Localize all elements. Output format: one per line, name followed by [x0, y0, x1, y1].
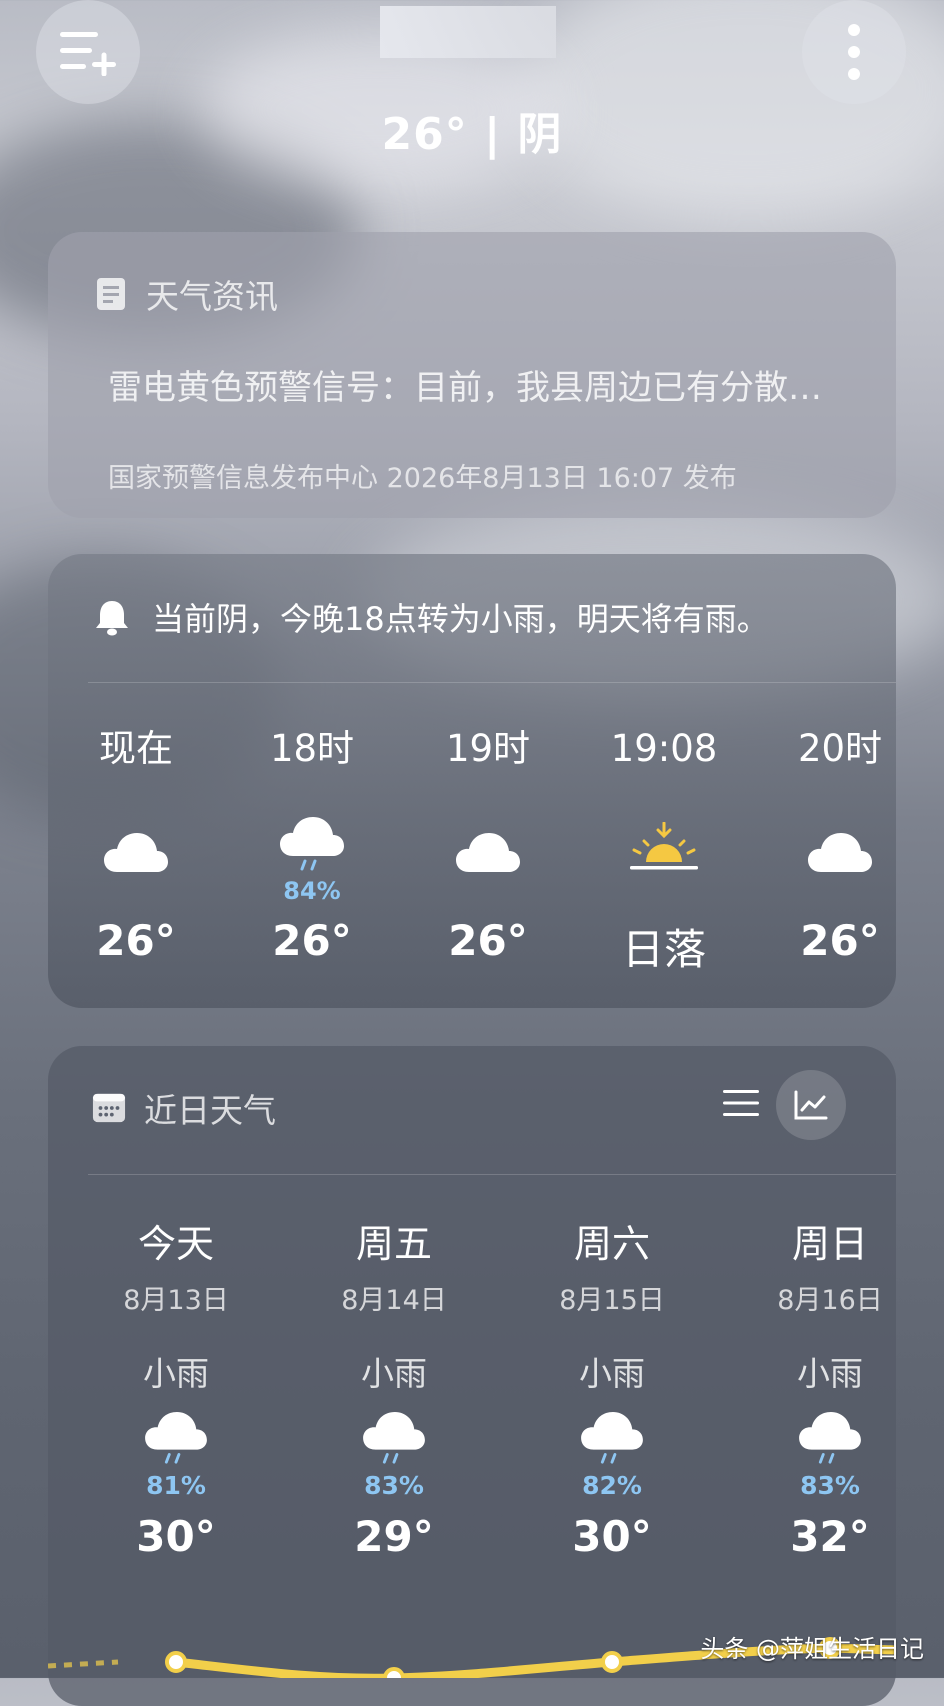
redacted-city-name: [380, 6, 556, 58]
hour-temperature: 26°: [272, 916, 352, 965]
rain-probability: 82%: [582, 1471, 642, 1500]
rain-cloud-icon: [522, 1405, 702, 1467]
weather-news-card[interactable]: 天气资讯 雷电黄色预警信号：目前，我县周边已有分散… 国家预警信息发布中心 20…: [48, 232, 896, 518]
chart-view-button[interactable]: [776, 1070, 846, 1140]
high-temperature: 32°: [790, 1512, 870, 1561]
high-temperature: 29°: [354, 1512, 434, 1561]
daily-card-header: 近日天气: [92, 1084, 276, 1132]
hour-item[interactable]: 19:08 日落: [584, 724, 744, 977]
line-chart-icon: [794, 1090, 828, 1120]
rain-probability: 83%: [800, 1471, 860, 1500]
hour-temperature: 26°: [448, 916, 528, 965]
day-item[interactable]: 周六 8月15日 小雨 82% 30°: [522, 1216, 702, 1561]
rain-cloud-icon: [232, 784, 392, 874]
rain-cloud-icon: [304, 1405, 484, 1467]
forecast-alert: 当前阴，今晚18点转为小雨，明天将有雨。: [92, 594, 769, 640]
current-temp-condition: 26° | 阴: [381, 109, 563, 160]
day-name: 周日: [791, 1222, 868, 1266]
news-headline[interactable]: 雷电黄色预警信号：目前，我县周边已有分散…: [108, 360, 868, 409]
daily-card-title: 近日天气: [144, 1091, 276, 1130]
day-item[interactable]: 今天 8月13日 小雨 81% 30°: [86, 1216, 266, 1561]
daily-forecast-card[interactable]: 近日天气 今天 8月13日 小雨 81% 30° 周五 8月14日 小雨 83%…: [48, 1046, 896, 1706]
day-date: 8月16日: [777, 1285, 883, 1316]
day-condition: 小雨: [579, 1354, 645, 1393]
day-item[interactable]: 周五 8月14日 小雨 83% 29°: [304, 1216, 484, 1561]
hour-item[interactable]: 20时 26°: [760, 724, 920, 965]
rain-probability: 84%: [283, 877, 341, 905]
rain-probability: 81%: [146, 1471, 206, 1500]
day-date: 8月13日: [123, 1285, 229, 1316]
high-temperature: 30°: [572, 1512, 652, 1561]
day-date: 8月14日: [341, 1285, 447, 1316]
cloud-icon: [56, 784, 216, 874]
hour-item[interactable]: 18时 84% 26°: [232, 724, 392, 965]
day-item[interactable]: 周日 8月16日 小雨 83% 32°: [740, 1216, 920, 1561]
cloud-icon: [760, 784, 920, 874]
day-condition: 小雨: [797, 1354, 863, 1393]
rain-probability: [56, 874, 216, 908]
hour-temperature: 26°: [96, 916, 176, 965]
rain-probability: [760, 874, 920, 908]
calendar-icon: [92, 1091, 126, 1125]
hour-item[interactable]: 现在 26°: [56, 724, 216, 965]
day-name: 周六: [573, 1222, 650, 1266]
forecast-alert-text: 当前阴，今晚18点转为小雨，明天将有雨。: [152, 600, 769, 638]
rain-probability: [584, 874, 744, 908]
hour-temperature: 26°: [800, 916, 880, 965]
more-options-button[interactable]: [802, 0, 906, 104]
divider: [88, 682, 896, 683]
news-source: 国家预警信息发布中心 2026年8月13日 16:07 发布: [108, 463, 737, 494]
cloud-icon: [408, 784, 568, 874]
day-name: 周五: [355, 1222, 432, 1266]
divider: [88, 1174, 896, 1175]
document-icon: [94, 277, 128, 311]
day-condition: 小雨: [143, 1354, 209, 1393]
list-icon: [723, 1090, 759, 1116]
sunset-icon: [584, 784, 744, 874]
hourly-forecast-card[interactable]: 当前阴，今晚18点转为小雨，明天将有雨。 现在 26° 18时 84% 26° …: [48, 554, 896, 1008]
high-temperature: 30°: [136, 1512, 216, 1561]
trend-point: [165, 1651, 187, 1673]
sunset-label: 日落: [621, 925, 706, 974]
list-view-button[interactable]: [708, 1070, 774, 1136]
hour-label: 现在: [99, 727, 173, 770]
rain-cloud-icon: [86, 1405, 266, 1467]
day-condition: 小雨: [361, 1354, 427, 1393]
hour-label: 19时: [445, 727, 531, 770]
more-vertical-icon: [848, 24, 860, 80]
watermark: 头条 @萍姐生活日记: [700, 1635, 924, 1663]
hour-label: 19:08: [610, 727, 718, 770]
rain-cloud-icon: [740, 1405, 920, 1467]
day-name: 今天: [137, 1222, 214, 1266]
rain-probability: [408, 874, 568, 908]
trend-point: [383, 1667, 405, 1678]
hour-label: 18时: [269, 727, 355, 770]
news-card-title: 天气资讯: [146, 277, 278, 316]
day-date: 8月15日: [559, 1285, 665, 1316]
news-card-header: 天气资讯: [94, 270, 278, 318]
bell-icon: [96, 601, 128, 636]
trend-point: [601, 1651, 623, 1673]
hour-label: 20时: [797, 727, 883, 770]
rain-probability: 83%: [364, 1471, 424, 1500]
hour-item[interactable]: 19时 26°: [408, 724, 568, 965]
